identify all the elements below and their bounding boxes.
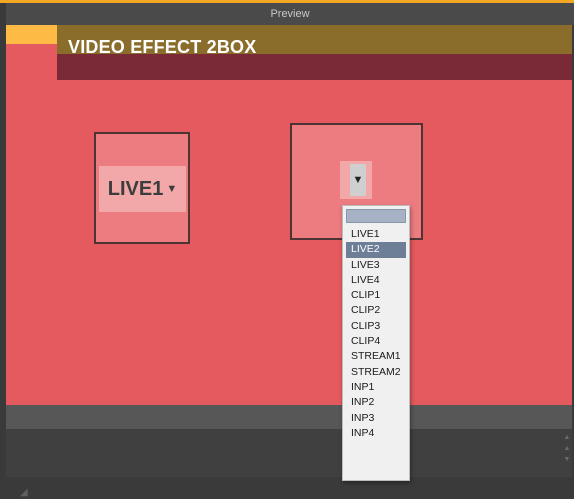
brand-block xyxy=(6,25,57,80)
dropdown-option-clip1[interactable]: CLIP1 xyxy=(346,288,406,303)
dropdown-option-inp4[interactable]: INP4 xyxy=(346,426,406,441)
bottom-toolbar xyxy=(6,405,572,429)
dropdown-option-live3[interactable]: LIVE3 xyxy=(346,258,406,273)
panel-scrollbar[interactable]: ▲ ▲ ▼ xyxy=(563,432,571,465)
dropdown-option-clip2[interactable]: CLIP2 xyxy=(346,303,406,318)
chevron-down-icon: ▼ xyxy=(166,183,178,195)
source-dropdown-list[interactable]: LIVE1 LIVE2 LIVE3 LIVE4 CLIP1 CLIP2 CLIP3 CLIP4… xyxy=(342,205,410,481)
window-title: Preview xyxy=(6,3,574,25)
dropdown-option-inp3[interactable]: INP3 xyxy=(346,411,406,426)
dropdown-empty-option[interactable] xyxy=(346,209,406,223)
dropdown-option-stream1[interactable]: STREAM1 xyxy=(346,349,406,364)
preview-canvas: VIDEO EFFECT 2BOX LIVE1 ▼ ▼ xyxy=(6,25,572,405)
dropdown-option-clip4[interactable]: CLIP4 xyxy=(346,334,406,349)
scroll-up-icon[interactable]: ▲ xyxy=(563,443,571,454)
box1-source-select[interactable]: LIVE1 ▼ xyxy=(99,166,186,212)
dropdown-option-live1[interactable]: LIVE1 xyxy=(346,227,406,242)
box2-source-select[interactable]: ▼ xyxy=(340,161,372,199)
bottom-panel xyxy=(6,429,572,477)
status-bar xyxy=(6,477,572,499)
resize-grip-icon: ◢ xyxy=(20,487,28,498)
dropdown-option-live4[interactable]: LIVE4 xyxy=(346,273,406,288)
dropdown-option-clip3[interactable]: CLIP3 xyxy=(346,319,406,334)
dropdown-option-stream2[interactable]: STREAM2 xyxy=(346,365,406,380)
dropdown-option-inp2[interactable]: INP2 xyxy=(346,395,406,410)
video-box-1: LIVE1 ▼ xyxy=(94,132,190,244)
chevron-down-icon[interactable]: ▼ xyxy=(350,164,366,196)
effect-title: VIDEO EFFECT 2BOX xyxy=(68,37,257,57)
brand-yellow-strip xyxy=(6,25,57,44)
preview-window: Preview VIDEO EFFECT 2BOX LIVE1 ▼ ▼ ▲ ▲ ▼… xyxy=(0,0,574,499)
dropdown-option-inp1[interactable]: INP1 xyxy=(346,380,406,395)
scroll-down-icon[interactable]: ▼ xyxy=(563,454,571,465)
scroll-up-icon[interactable]: ▲ xyxy=(563,432,571,443)
box1-source-label: LIVE1 xyxy=(107,178,164,200)
dropdown-option-live2[interactable]: LIVE2 xyxy=(346,242,406,258)
